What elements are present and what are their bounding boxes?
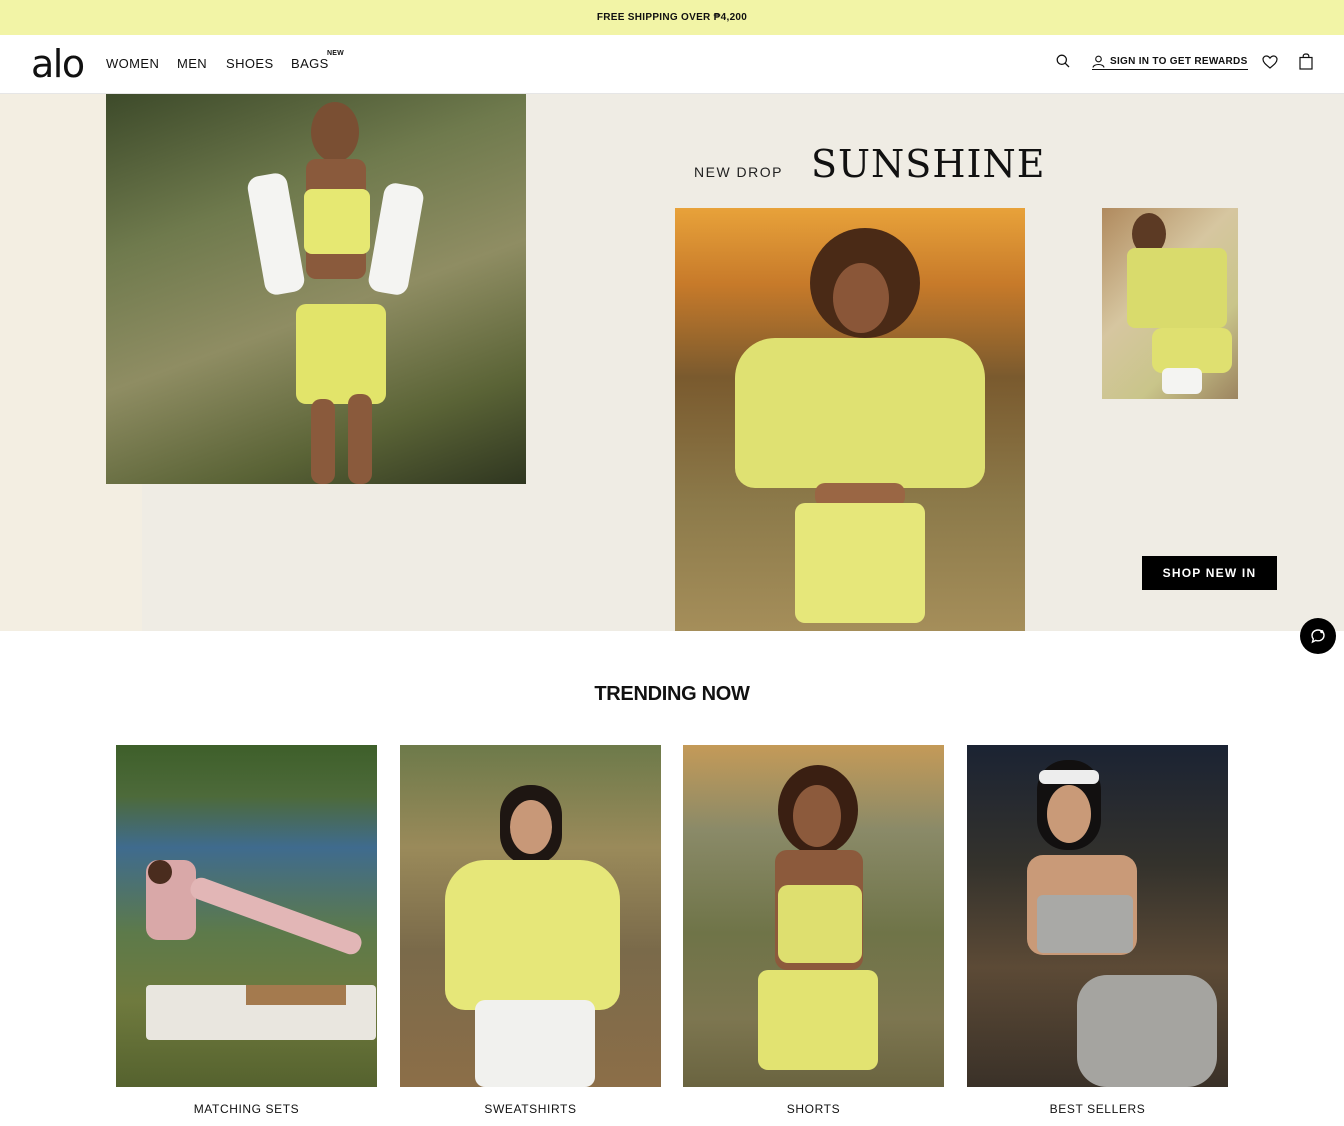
category-label: BEST SELLERS (1049, 1102, 1146, 1116)
trending-title: TRENDING NOW (594, 683, 750, 705)
nav-women[interactable]: WOMEN (106, 56, 159, 71)
cart-button[interactable] (1298, 52, 1314, 70)
search-icon (1056, 54, 1070, 68)
logo[interactable]: alo (31, 44, 85, 84)
hero-title: SUNSHINE (811, 142, 1046, 186)
hero-photo-woman-running (106, 94, 526, 484)
category-label: MATCHING SETS (193, 1102, 300, 1116)
nav-shoes[interactable]: SHOES (226, 56, 274, 71)
wishlist-button[interactable] (1262, 54, 1278, 70)
category-card-matching-sets[interactable]: MATCHING SETS (116, 745, 377, 1116)
hero-photo-seated (1102, 208, 1238, 399)
nav-bags[interactable]: BAGS (291, 56, 329, 71)
category-card-sweatshirts[interactable]: SWEATSHIRTS (400, 745, 661, 1116)
nav-men[interactable]: MEN (177, 56, 207, 71)
category-image-matching-sets (116, 745, 377, 1087)
search-button[interactable] (1055, 53, 1071, 69)
shop-new-in-button[interactable]: SHOP NEW IN (1142, 556, 1277, 590)
heart-icon (1262, 55, 1278, 69)
category-label: SWEATSHIRTS (484, 1102, 577, 1116)
new-badge: NEW (327, 50, 344, 57)
category-card-best-sellers[interactable]: BEST SELLERS (967, 745, 1228, 1116)
hero-banner[interactable]: NEW DROP SUNSHINE SHOP NEW IN (0, 94, 1344, 631)
category-image-shorts (683, 745, 944, 1087)
hero-kicker: NEW DROP (694, 164, 783, 180)
category-image-best-sellers (967, 745, 1228, 1087)
category-image-sweatshirts (400, 745, 661, 1087)
hero-photo-sweatshirt (675, 208, 1025, 631)
chat-icon (1311, 629, 1325, 644)
category-label: SHORTS (786, 1102, 841, 1116)
promo-bar: FREE SHIPPING OVER ₱4,200 (0, 0, 1344, 35)
category-card-shorts[interactable]: SHORTS (683, 745, 944, 1116)
site-header: alo WOMEN MEN SHOES BAGS NEW SIGN IN TO … (0, 35, 1344, 94)
bag-icon (1299, 52, 1313, 70)
user-icon (1092, 55, 1105, 68)
chat-button[interactable] (1300, 618, 1336, 654)
promo-text: FREE SHIPPING OVER ₱4,200 (596, 12, 748, 23)
hero-headline: NEW DROP SUNSHINE (694, 144, 1045, 184)
sign-in-link[interactable]: SIGN IN TO GET REWARDS (1092, 55, 1248, 70)
sign-in-label: SIGN IN TO GET REWARDS (1110, 56, 1248, 67)
